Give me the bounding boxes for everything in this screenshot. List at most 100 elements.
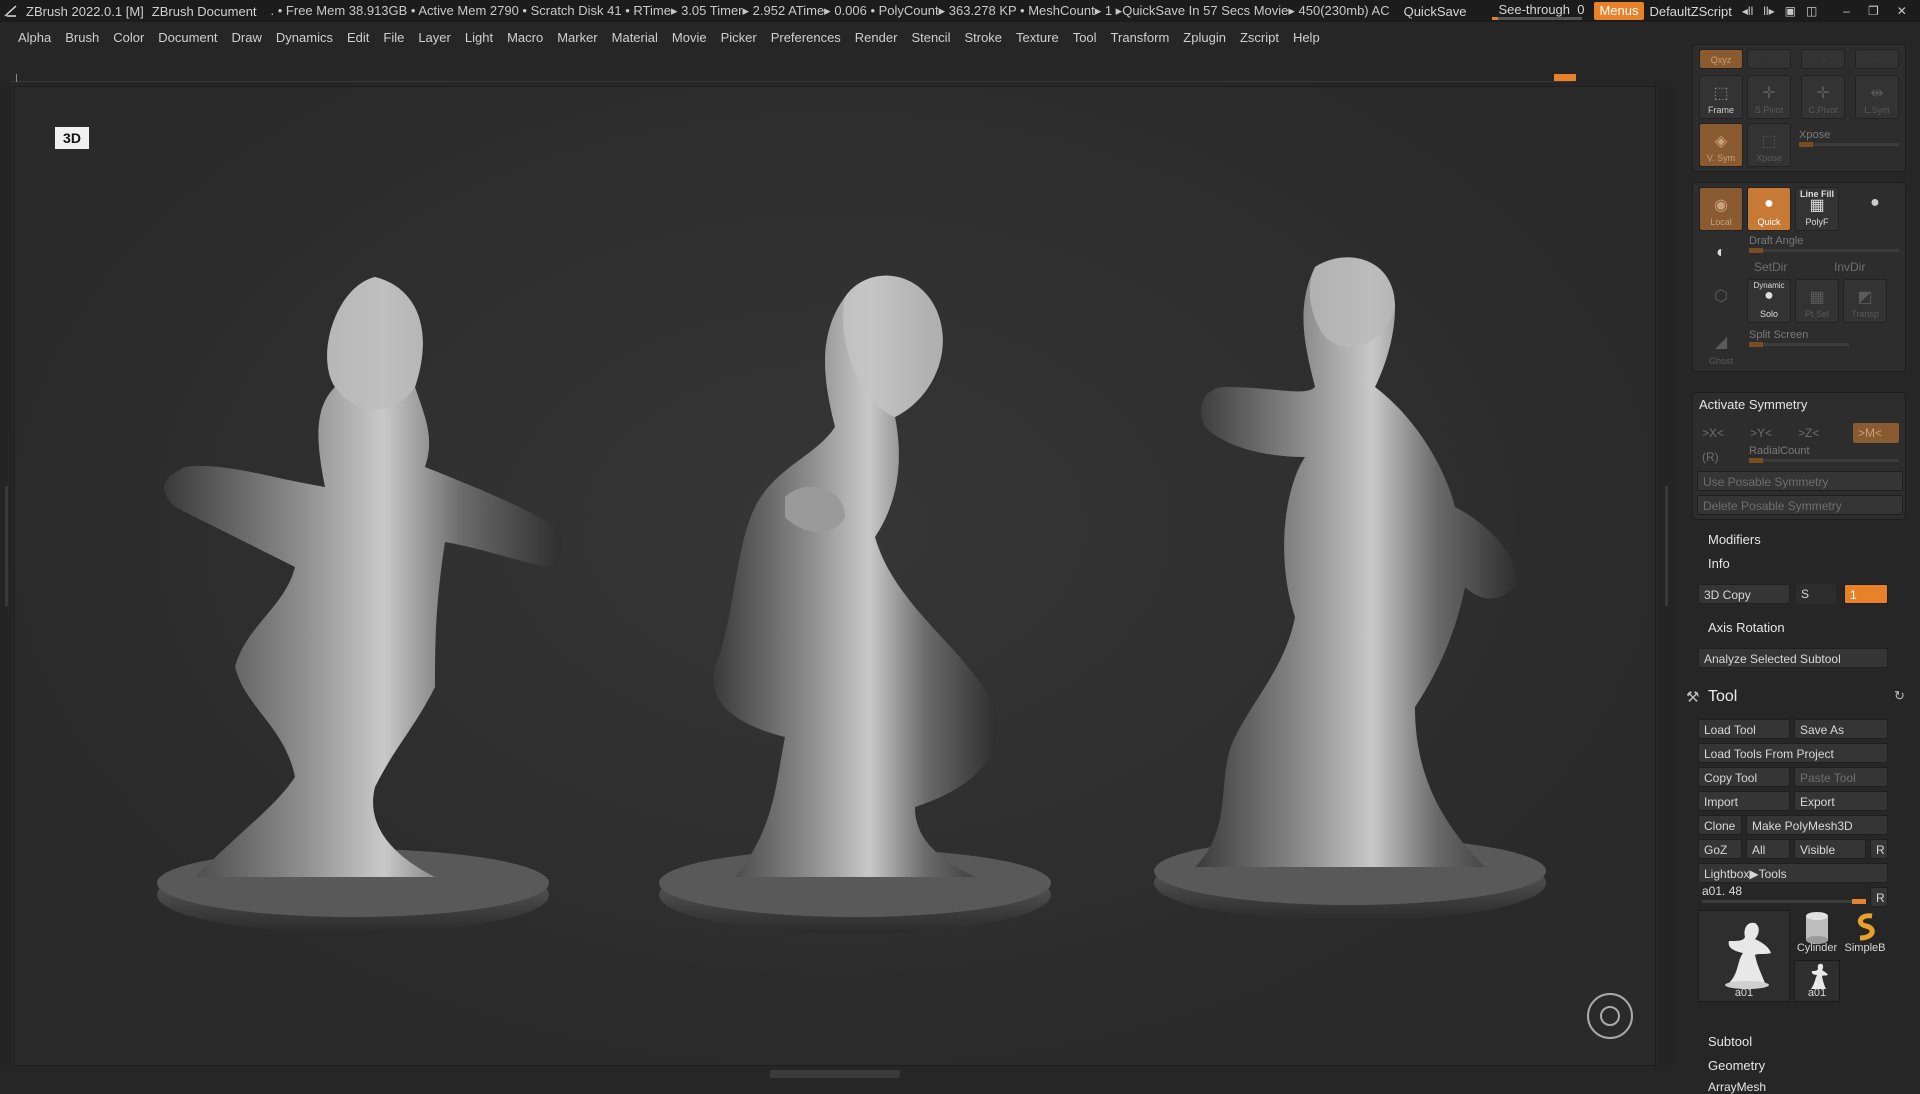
menu-color[interactable]: Color	[113, 30, 144, 45]
menu-light[interactable]: Light	[465, 30, 493, 45]
layout-next-icon[interactable]: ll▸	[1763, 4, 1774, 18]
menu-dynamics[interactable]: Dynamics	[276, 30, 333, 45]
polyf-button[interactable]: Line Fill ▦ PolyF	[1795, 187, 1839, 231]
quick-button[interactable]: ● Quick	[1747, 187, 1791, 231]
sym-r-button[interactable]: (R)	[1697, 447, 1741, 467]
save-as-button[interactable]: Save As	[1794, 719, 1888, 739]
solo-button[interactable]: Dynamic ● Solo	[1747, 279, 1791, 323]
3d-copy-button[interactable]: 3D Copy	[1698, 584, 1790, 604]
menu-render[interactable]: Render	[855, 30, 898, 45]
menus-toggle-button[interactable]: Menus	[1594, 2, 1644, 20]
menu-preferences[interactable]: Preferences	[771, 30, 841, 45]
export-button[interactable]: Export	[1794, 791, 1888, 811]
xpose-slider[interactable]: Xpose	[1799, 129, 1899, 147]
menu-help[interactable]: Help	[1293, 30, 1320, 45]
menu-document[interactable]: Document	[158, 30, 217, 45]
script-selector[interactable]: DefaultZScript	[1650, 4, 1732, 19]
dock-icon[interactable]: ◫	[1806, 4, 1817, 18]
draft-analysis-icon[interactable]: ◐	[1699, 237, 1743, 281]
sym-x-button[interactable]: >X<	[1697, 423, 1741, 443]
layout-prev-icon[interactable]: ◂ll	[1742, 4, 1753, 18]
menu-stencil[interactable]: Stencil	[911, 30, 950, 45]
navigation-circle-icon[interactable]	[1587, 993, 1633, 1039]
quicksave-button[interactable]: QuickSave	[1404, 4, 1467, 19]
info-header[interactable]: Info	[1708, 556, 1730, 571]
draft-angle-slider[interactable]: Draft Angle	[1749, 235, 1899, 253]
menu-brush[interactable]: Brush	[65, 30, 99, 45]
timeline-marker[interactable]	[1554, 74, 1576, 81]
bottom-tray-toggle[interactable]	[770, 1070, 900, 1078]
lightbox-tools-button[interactable]: Lightbox▶Tools	[1698, 863, 1888, 883]
rotate-icon[interactable]: ◌	[1855, 49, 1899, 69]
spivot-button[interactable]: ✛ S.Pivot	[1747, 75, 1791, 119]
ptsel-button[interactable]: ▦ Pt Sel	[1795, 279, 1839, 323]
cpivot-button[interactable]: ✛ C.Pivot	[1801, 75, 1845, 119]
timeline-track[interactable]	[12, 74, 1576, 82]
tool-palette-header[interactable]: ⚒ Tool ↻	[1680, 686, 1920, 710]
tool-thumb-a01[interactable]: a01	[1698, 910, 1790, 1002]
z-rotate-icon[interactable]: ◌	[1801, 49, 1845, 69]
refresh-icon[interactable]: ↻	[1894, 688, 1905, 704]
axis-rotation-header[interactable]: Axis Rotation	[1708, 620, 1785, 635]
goz-button[interactable]: GoZ	[1698, 839, 1742, 859]
menu-stroke[interactable]: Stroke	[964, 30, 1002, 45]
make-polymesh3d-button[interactable]: Make PolyMesh3D	[1746, 815, 1888, 835]
xyz-button[interactable]: Qxyz	[1699, 49, 1743, 69]
menu-zplugin[interactable]: Zplugin	[1183, 30, 1226, 45]
menu-material[interactable]: Material	[612, 30, 658, 45]
lsym-button[interactable]: ⇹ L.Sym	[1855, 75, 1899, 119]
xpose-button[interactable]: ⬚ Xpose	[1747, 123, 1791, 167]
tool-thumb-simplebrush[interactable]: SimpleB	[1842, 910, 1888, 956]
frame-button[interactable]: ⬚ Frame	[1699, 75, 1743, 119]
menu-zscript[interactable]: Zscript	[1240, 30, 1279, 45]
invdir-button[interactable]: InvDir	[1829, 257, 1899, 277]
menu-file[interactable]: File	[383, 30, 404, 45]
menu-edit[interactable]: Edit	[347, 30, 369, 45]
material-sphere-icon[interactable]: ●	[1853, 187, 1897, 231]
right-tray-grip[interactable]	[1658, 86, 1676, 1066]
left-tray[interactable]	[0, 86, 12, 1066]
goz-visible-button[interactable]: Visible	[1794, 839, 1866, 859]
minimize-icon[interactable]: –	[1843, 4, 1850, 18]
split-screen-slider[interactable]: Split Screen	[1749, 329, 1849, 347]
load-tools-from-project-button[interactable]: Load Tools From Project	[1698, 743, 1888, 763]
load-tool-button[interactable]: Load Tool	[1698, 719, 1790, 739]
vsym-button[interactable]: ◈ V. Sym	[1699, 123, 1743, 167]
delete-posable-symmetry-button[interactable]: Delete Posable Symmetry	[1697, 495, 1903, 515]
sym-y-button[interactable]: >Y<	[1745, 423, 1789, 443]
analyze-subtool-button[interactable]: Analyze Selected Subtool	[1698, 648, 1888, 668]
menu-movie[interactable]: Movie	[672, 30, 707, 45]
menu-macro[interactable]: Macro	[507, 30, 543, 45]
menu-marker[interactable]: Marker	[557, 30, 597, 45]
restore-icon[interactable]: ❐	[1868, 4, 1879, 18]
cube-icon[interactable]: ⬡	[1699, 279, 1743, 323]
see-through-slider[interactable]: See-through 0	[1488, 1, 1588, 21]
import-button[interactable]: Import	[1698, 791, 1790, 811]
transp-button[interactable]: ◩ Transp	[1843, 279, 1887, 323]
setdir-button[interactable]: SetDir	[1749, 257, 1823, 277]
menu-tool[interactable]: Tool	[1073, 30, 1097, 45]
sym-m-button[interactable]: >M<	[1853, 423, 1899, 443]
arraymesh-header[interactable]: ArrayMesh	[1708, 1080, 1766, 1094]
3d-copy-value-field[interactable]: 1	[1844, 584, 1888, 604]
menu-layer[interactable]: Layer	[418, 30, 451, 45]
menu-alpha[interactable]: Alpha	[18, 30, 51, 45]
activate-symmetry-button[interactable]: Activate Symmetry	[1699, 397, 1807, 412]
tool-thumb-cylinder[interactable]: Cylinder	[1794, 910, 1840, 956]
window-layout-icon[interactable]: ▣	[1785, 4, 1796, 18]
ghost-button[interactable]: ◢ Ghost	[1699, 325, 1743, 369]
menu-texture[interactable]: Texture	[1016, 30, 1059, 45]
current-tool-r-button[interactable]: R	[1870, 887, 1888, 907]
close-icon[interactable]: ✕	[1897, 4, 1907, 18]
geometry-header[interactable]: Geometry	[1708, 1058, 1765, 1073]
clone-button[interactable]: Clone	[1698, 815, 1742, 835]
radial-count-slider[interactable]: RadialCount	[1749, 445, 1899, 463]
goz-r-button[interactable]: R	[1870, 839, 1888, 859]
copy-tool-button[interactable]: Copy Tool	[1698, 767, 1790, 787]
menu-picker[interactable]: Picker	[721, 30, 757, 45]
sym-z-button[interactable]: >Z<	[1793, 423, 1837, 443]
local-button[interactable]: ◉ Local	[1699, 187, 1743, 231]
subtool-header[interactable]: Subtool	[1708, 1034, 1752, 1049]
paste-tool-button[interactable]: Paste Tool	[1794, 767, 1888, 787]
modifiers-header[interactable]: Modifiers	[1708, 532, 1761, 547]
